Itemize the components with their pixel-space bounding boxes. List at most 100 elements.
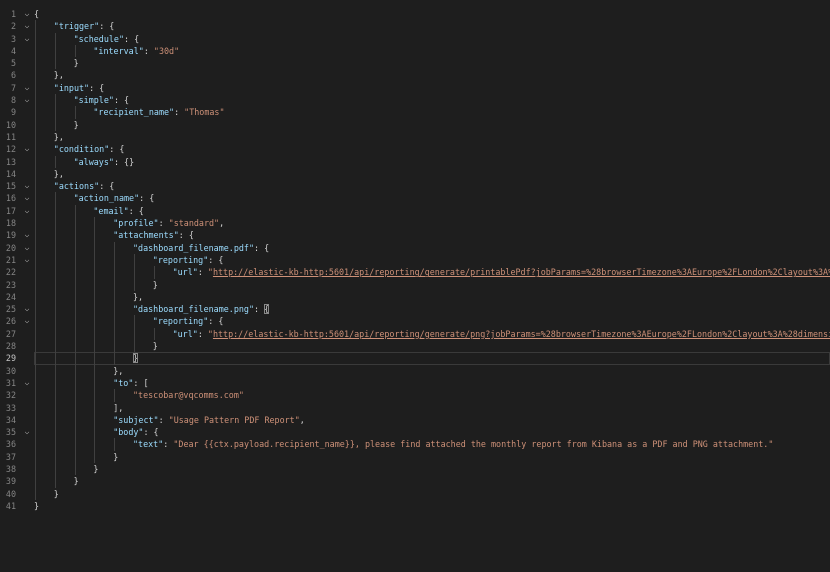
fold-chevron-icon[interactable]: ⌵ (22, 82, 32, 94)
code-line[interactable]: 27 "url": "http://elastic-kb-http:5601/ap… (0, 327, 830, 341)
json-punctuation: : { (254, 242, 270, 253)
indent-guide (94, 290, 96, 304)
code-line[interactable]: 14}, (0, 167, 830, 181)
json-key: "url" (172, 328, 198, 339)
line-number: 15 (5, 181, 16, 192)
code-line[interactable]: 32 "tescobar@vqcomms.com" (0, 389, 830, 402)
code-editor[interactable]: 1 ⌵{2 ⌵ "trigger": {3 ⌵ "schedule": {4 "interv… (0, 8, 830, 568)
code-line[interactable]: 26 ⌵ "reporting": { (0, 315, 830, 328)
code-line[interactable]: 35 ⌵ "body": { (0, 426, 830, 439)
code-line[interactable]: 7 ⌵ "input": { (0, 81, 830, 95)
json-punctuation: : {} (113, 156, 135, 167)
code-line[interactable]: 37} (0, 450, 830, 463)
indent-guide (35, 20, 36, 33)
line-number: 10 (5, 119, 16, 130)
code-line[interactable]: 12 ⌵ "condition": { (0, 143, 830, 156)
code-line[interactable]: 15 ⌵ "actions": { (0, 180, 830, 193)
line-number: 11 (5, 131, 16, 142)
code-line[interactable]: 9 "recipient_name": "Thomas" (0, 106, 830, 119)
indent-guide (35, 401, 36, 414)
code-line[interactable]: 21 ⌵ "reporting": { (0, 253, 830, 267)
code-line[interactable]: 28} (0, 340, 830, 353)
code-line[interactable]: 5} (0, 57, 830, 70)
code-line[interactable]: 1 ⌵{ (0, 8, 830, 20)
fold-chevron-icon[interactable]: ⌵ (22, 426, 32, 438)
indent-guide (35, 57, 36, 70)
json-key: "dashboard_filename.png" (133, 304, 255, 315)
json-key: "text" (133, 439, 164, 450)
indent-guide (114, 290, 116, 304)
code-line[interactable]: 6}, (0, 69, 830, 82)
code-text: "action_name": { (74, 192, 155, 204)
line-number: 14 (5, 168, 16, 179)
code-content: "action_name": { (34, 192, 830, 205)
fold-chevron-icon[interactable]: ⌵ (22, 33, 32, 45)
json-key: "condition" (53, 144, 110, 155)
code-line[interactable]: 38} (0, 462, 830, 476)
code-line[interactable]: 20 ⌵ "dashboard_filename.pdf": { (0, 241, 830, 254)
code-line[interactable]: 34 "subject": "Usage Pattern PDF Report", (0, 413, 830, 427)
json-punctuation: : (254, 304, 265, 315)
code-line[interactable]: 29} (0, 352, 830, 365)
indent-guide (35, 303, 36, 316)
code-line[interactable]: 33], (0, 401, 830, 414)
json-key: "reporting" (152, 254, 209, 265)
fold-chevron-icon[interactable]: ⌵ (22, 229, 32, 241)
code-line[interactable]: 22 "url": "http://elastic-kb-http:5601/ap… (0, 266, 830, 279)
code-text: } (74, 119, 79, 131)
code-line[interactable]: 18 "profile": "standard", (0, 217, 830, 230)
fold-chevron-icon[interactable]: ⌵ (22, 315, 32, 327)
code-line[interactable]: 17 ⌵ "email": { (0, 204, 830, 218)
json-url-link[interactable]: http://elastic-kb-http:5601/api/reportin… (213, 329, 830, 339)
code-line[interactable]: 2 ⌵ "trigger": { (0, 20, 830, 33)
code-line[interactable]: 23} (0, 278, 830, 291)
fold-chevron-icon[interactable]: ⌵ (22, 94, 32, 106)
fold-chevron-icon[interactable]: ⌵ (22, 180, 32, 192)
code-line[interactable]: 13 "always": {} (0, 155, 830, 168)
indent-guide (54, 192, 56, 205)
indent-guide (35, 241, 36, 254)
indent-guide (54, 94, 56, 107)
code-line[interactable]: 41} (0, 500, 830, 512)
code-line[interactable]: 3 ⌵ "schedule": { (0, 32, 830, 45)
code-line[interactable]: 4 "interval": "30d" (0, 44, 830, 58)
indent-guide (74, 438, 76, 451)
json-key: "simple" (73, 95, 114, 106)
fold-chevron-icon[interactable]: ⌵ (22, 205, 32, 217)
code-line[interactable]: 30}, (0, 364, 830, 377)
line-number: 32 (5, 390, 16, 401)
indent-guide (35, 81, 36, 95)
fold-chevron-icon[interactable]: ⌵ (22, 20, 32, 32)
json-string: "30d" (153, 45, 180, 56)
fold-chevron-icon[interactable]: ⌵ (22, 377, 32, 389)
code-content: "email": { (34, 204, 830, 218)
fold-chevron-icon[interactable]: ⌵ (22, 192, 32, 204)
code-line[interactable]: 24}, (0, 290, 830, 304)
code-line[interactable]: 36 "text": "Dear {{ctx.payload.recipient_… (0, 438, 830, 451)
code-content: "body": { (34, 426, 830, 439)
code-content: "attachments": { (34, 229, 830, 242)
code-line[interactable]: 11}, (0, 130, 830, 144)
code-line[interactable]: 25 ⌵ "dashboard_filename.png": { (0, 303, 830, 316)
indent-guide (74, 413, 76, 427)
json-url-link[interactable]: http://elastic-kb-http:5601/api/reportin… (213, 267, 830, 277)
code-content: "reporting": { (34, 253, 830, 267)
fold-chevron-icon[interactable]: ⌵ (22, 254, 32, 266)
indent-guide (153, 327, 155, 341)
code-line[interactable]: 8 ⌵ "simple": { (0, 94, 830, 107)
code-line[interactable]: 10} (0, 118, 830, 131)
code-line[interactable]: 16 ⌵ "action_name": { (0, 192, 830, 205)
fold-chevron-icon[interactable]: ⌵ (22, 303, 32, 315)
fold-chevron-icon[interactable]: ⌵ (22, 242, 32, 254)
code-line[interactable]: 31 ⌵ "to": [ (0, 376, 830, 390)
code-content: } (34, 340, 830, 353)
indent-guide (54, 450, 56, 463)
code-line[interactable]: 40} (0, 487, 830, 500)
fold-chevron-icon[interactable]: ⌵ (22, 143, 32, 155)
fold-chevron-icon[interactable]: ⌵ (22, 8, 32, 20)
code-line[interactable]: 19 ⌵ "attachments": { (0, 229, 830, 242)
code-text: "text": "Dear {{ctx.payload.recipient_na… (133, 438, 773, 450)
json-key: "attachments" (113, 230, 179, 241)
json-punctuation: : { (113, 95, 130, 106)
code-line[interactable]: 39} (0, 475, 830, 488)
